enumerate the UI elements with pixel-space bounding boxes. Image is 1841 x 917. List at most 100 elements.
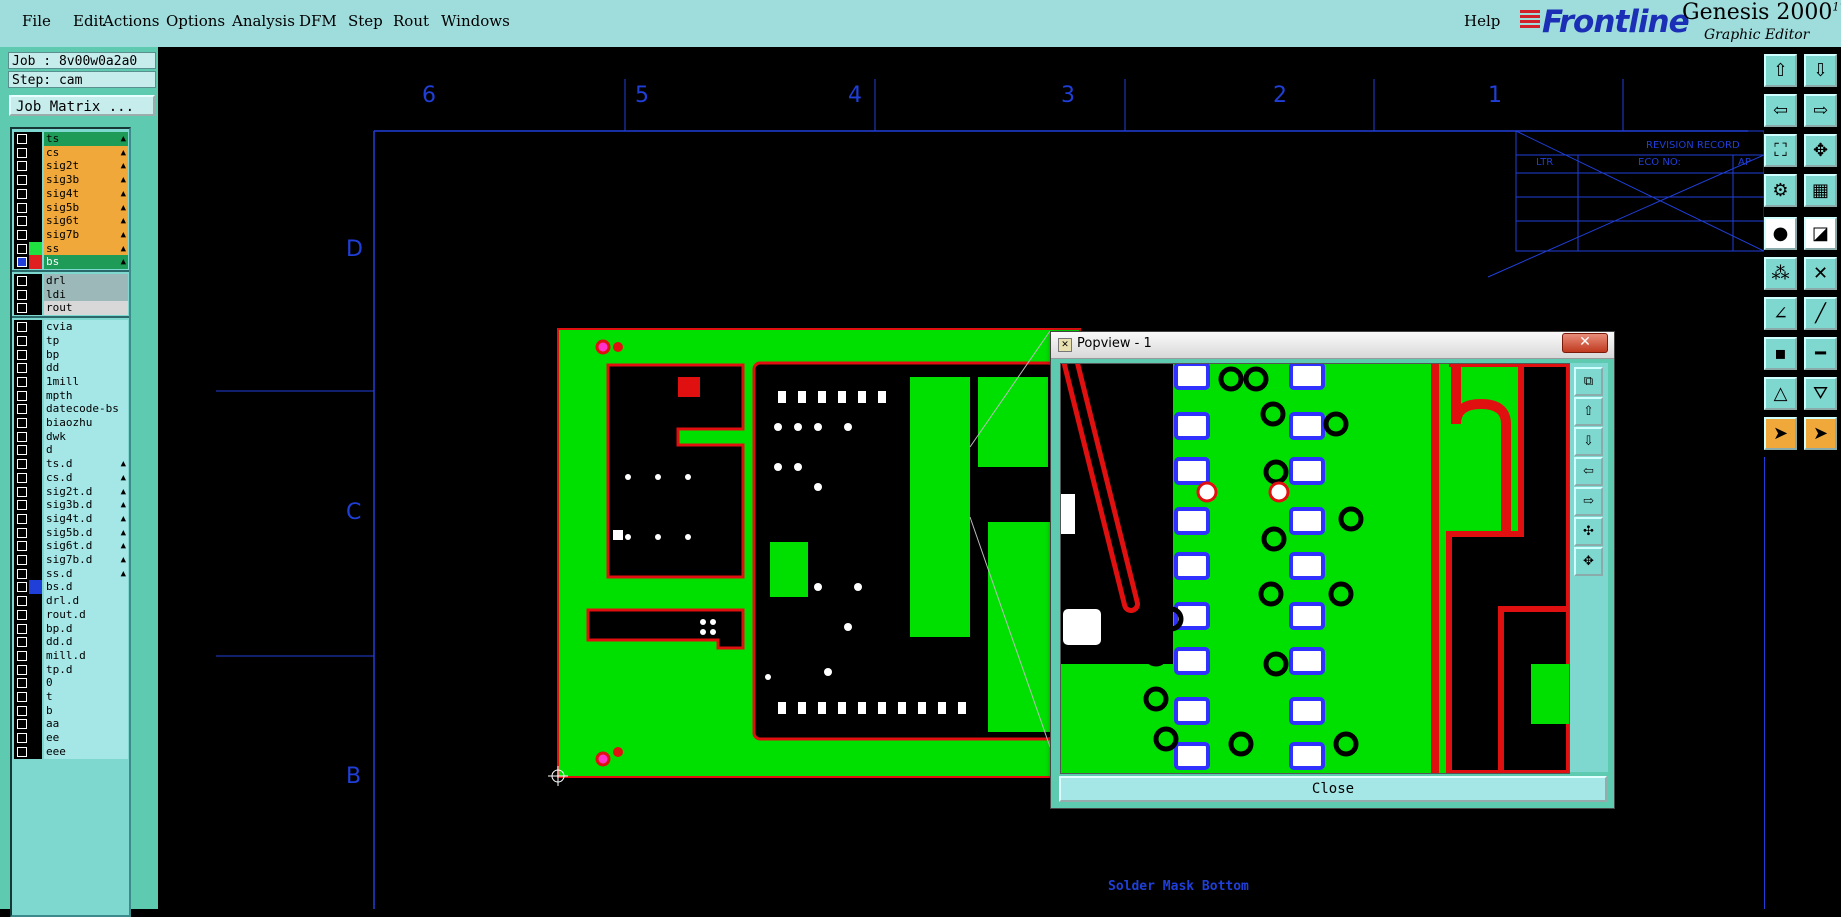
layer-checkbox[interactable]	[16, 302, 28, 315]
layer-select-cell[interactable]	[14, 388, 29, 403]
zoom-fit-icon[interactable]: ⛶	[1764, 134, 1797, 167]
layer-select-cell[interactable]	[14, 717, 29, 732]
layer-row[interactable]: mill.d	[14, 648, 128, 663]
layer-row[interactable]: sig5b ▲	[14, 200, 128, 215]
layer-select-cell[interactable]	[14, 457, 29, 472]
layer-name[interactable]: ss.d ▲	[44, 566, 128, 581]
lock-icon[interactable]: ▲	[121, 457, 126, 471]
layer-row[interactable]: drl	[14, 274, 128, 288]
layer-row[interactable]: t	[14, 690, 128, 704]
lock-icon[interactable]: ▲	[121, 228, 126, 242]
layer-color-swatch[interactable]	[29, 703, 42, 718]
layer-color-swatch[interactable]	[29, 320, 42, 335]
layer-name[interactable]: 1mill	[44, 374, 128, 389]
layer-row[interactable]: ss ▲	[14, 241, 128, 256]
layer-row[interactable]: sig2t ▲	[14, 159, 128, 174]
layer-color-swatch[interactable]	[29, 214, 42, 229]
zoom-in-icon[interactable]: ✣	[1574, 517, 1603, 546]
layer-checkbox[interactable]	[16, 362, 28, 375]
layer-name[interactable]: drl	[44, 274, 128, 288]
layer-select-cell[interactable]	[14, 227, 29, 242]
layer-checkbox[interactable]	[16, 389, 28, 402]
layer-color-swatch[interactable]	[29, 621, 42, 636]
layer-row[interactable]: cvia	[14, 320, 128, 335]
layer-color-swatch[interactable]	[29, 361, 42, 376]
layer-row[interactable]: sig6t.d ▲	[14, 539, 128, 554]
layer-name[interactable]: rout	[44, 301, 128, 316]
layer-select-cell[interactable]	[14, 525, 29, 540]
layer-down-icon[interactable]: ⇩	[1804, 54, 1837, 87]
job-matrix-button[interactable]: Job Matrix ...	[9, 95, 155, 116]
layer-checkbox[interactable]	[16, 485, 28, 498]
layer-name[interactable]: aa	[44, 717, 128, 732]
layer-color-swatch[interactable]	[29, 241, 42, 256]
layer-select-cell[interactable]	[14, 744, 29, 759]
layer-checkbox[interactable]	[16, 187, 28, 200]
layer-select-cell[interactable]	[14, 333, 29, 348]
menu-file[interactable]: File	[22, 12, 51, 30]
layer-select-cell[interactable]	[14, 443, 29, 458]
triangle-icon[interactable]: △	[1764, 377, 1797, 410]
layer-checkbox[interactable]	[16, 691, 28, 703]
zoom-out-icon[interactable]: ✥	[1574, 547, 1603, 576]
layer-name[interactable]: sig5b.d ▲	[44, 525, 128, 540]
menu-windows[interactable]: Windows	[441, 12, 510, 30]
menu-step[interactable]: Step	[348, 12, 383, 30]
layer-row[interactable]: datecode-bs	[14, 402, 128, 417]
layer-name[interactable]: drl.d	[44, 594, 128, 609]
layer-color-swatch[interactable]	[29, 498, 42, 513]
layer-name[interactable]: t	[44, 690, 128, 704]
popview-canvas[interactable]	[1060, 363, 1570, 774]
layer-select-cell[interactable]	[14, 484, 29, 499]
layer-row[interactable]: bp.d	[14, 621, 128, 636]
grid-icon[interactable]: ▦	[1804, 174, 1837, 207]
layer-select-cell[interactable]	[14, 648, 29, 663]
layer-row[interactable]: tp.d	[14, 662, 128, 677]
layer-row[interactable]: aa	[14, 717, 128, 732]
layer-checkbox[interactable]	[16, 718, 28, 731]
layer-color-swatch[interactable]	[29, 145, 42, 160]
lock-icon[interactable]: ▲	[121, 173, 126, 187]
layer-name[interactable]: rout.d	[44, 607, 128, 622]
layer-select-cell[interactable]	[14, 320, 29, 335]
pan-down-icon[interactable]: ⇩	[1574, 427, 1603, 456]
layer-color-swatch[interactable]	[29, 566, 42, 581]
layer-name[interactable]: sig7b ▲	[44, 227, 128, 242]
layer-name[interactable]: dwk	[44, 429, 128, 444]
layer-select-cell[interactable]	[14, 416, 29, 430]
layer-checkbox[interactable]	[16, 745, 28, 758]
layer-color-swatch[interactable]	[29, 186, 42, 201]
layer-row[interactable]: tp	[14, 333, 128, 348]
layer-color-swatch[interactable]	[29, 200, 42, 215]
layer-row[interactable]: dwk	[14, 429, 128, 444]
layer-name[interactable]: ldi	[44, 287, 128, 302]
layer-checkbox[interactable]	[16, 567, 28, 580]
layer-checkbox[interactable]	[16, 581, 28, 594]
layer-row[interactable]: ts ▲	[14, 132, 128, 146]
lock-icon[interactable]: ▲	[121, 471, 126, 485]
layer-row[interactable]: ts.d ▲	[14, 457, 128, 472]
move-left-icon[interactable]: ⇦	[1764, 94, 1797, 127]
lock-icon[interactable]: ▲	[121, 485, 126, 499]
layer-select-cell[interactable]	[14, 214, 29, 229]
layer-select-cell[interactable]	[14, 173, 29, 188]
layer-checkbox[interactable]	[16, 595, 28, 608]
layer-row[interactable]: bs ▲	[14, 255, 128, 270]
layer-color-swatch[interactable]	[29, 173, 42, 188]
layer-row[interactable]: sig4t ▲	[14, 186, 128, 201]
menu-actions[interactable]: Actions	[103, 12, 159, 30]
menu-dfm[interactable]: DFM	[299, 12, 337, 30]
lock-icon[interactable]: ▲	[121, 187, 126, 201]
layer-name[interactable]: datecode-bs	[44, 402, 128, 417]
layer-checkbox[interactable]	[16, 174, 28, 187]
layer-row[interactable]: mpth	[14, 388, 128, 403]
menu-options[interactable]: Options	[166, 12, 225, 30]
layer-checkbox[interactable]	[16, 275, 28, 287]
layer-name[interactable]: sig6t.d ▲	[44, 539, 128, 554]
layer-row[interactable]: eee	[14, 744, 128, 759]
layer-list[interactable]: ts ▲ cs ▲ sig2t ▲ sig3b ▲ sig4t ▲ sig5b ▲ sig6t ▲ sig7…	[10, 127, 131, 917]
layer-name[interactable]: sig4t ▲	[44, 186, 128, 201]
popview-titlebar[interactable]: ✕ Popview - 1 ✕	[1051, 332, 1614, 359]
lock-icon[interactable]: ▲	[121, 512, 126, 526]
layer-color-swatch[interactable]	[29, 457, 42, 472]
